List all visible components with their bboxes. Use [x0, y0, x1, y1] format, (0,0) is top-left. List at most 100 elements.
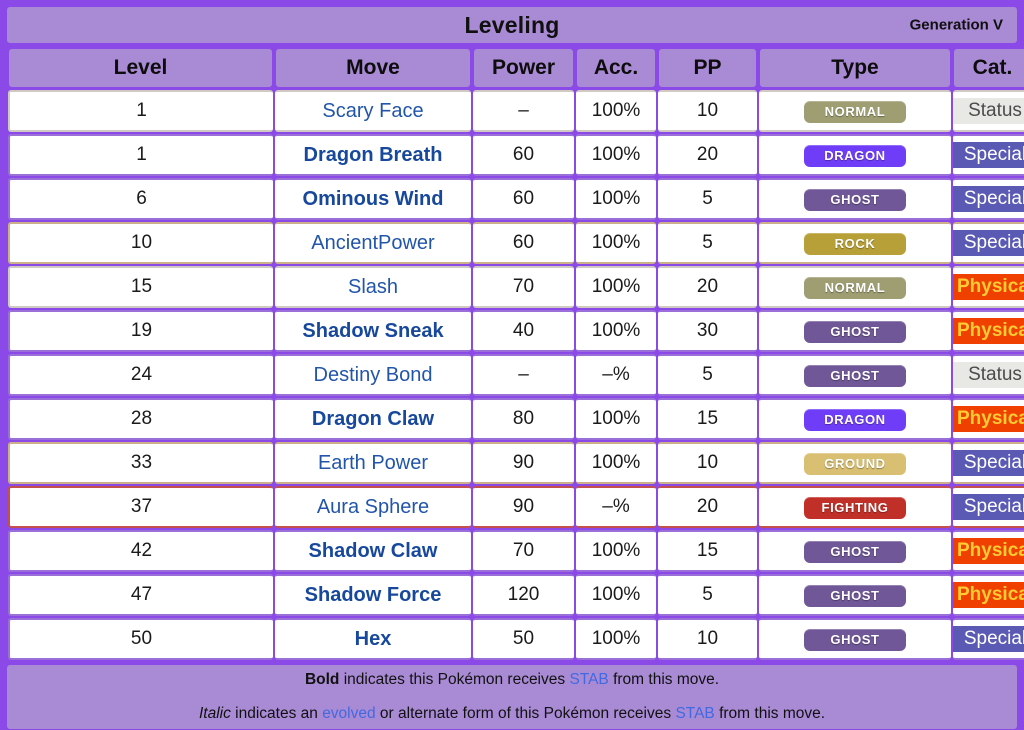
generation-label: Generation V	[909, 16, 1003, 34]
category-badge[interactable]: Special	[953, 625, 1024, 653]
type-badge[interactable]: GHOST	[804, 320, 906, 343]
cell-type: ROCK	[759, 222, 951, 264]
move-link[interactable]: Aura Sphere	[317, 496, 429, 518]
move-link[interactable]: Earth Power	[318, 452, 428, 474]
cell-acc: 100%	[576, 310, 656, 352]
column-header-acc[interactable]: Acc.	[576, 48, 656, 88]
table-row: 37 Aura Sphere 90 –% 20 FIGHTING Special	[8, 486, 1024, 528]
type-badge[interactable]: GROUND	[804, 452, 906, 475]
footnote-text-5: from this move.	[714, 705, 826, 722]
cell-power: 70	[473, 266, 574, 308]
cell-category: Special	[953, 134, 1024, 176]
move-link[interactable]: Dragon Claw	[312, 408, 434, 430]
type-badge[interactable]: DRAGON	[804, 408, 906, 431]
cell-acc: 100%	[576, 222, 656, 264]
leveling-table-frame: Leveling Generation V Level Move Power A…	[0, 0, 1024, 730]
category-badge[interactable]: Physical	[953, 405, 1024, 433]
category-badge[interactable]: Special	[953, 493, 1024, 521]
cell-level: 1	[8, 134, 273, 176]
type-badge[interactable]: FIGHTING	[804, 496, 906, 519]
column-header-cat[interactable]: Cat.	[953, 48, 1024, 88]
type-badge[interactable]: NORMAL	[804, 276, 906, 299]
cell-acc: 100%	[576, 134, 656, 176]
table-row: 6 Ominous Wind 60 100% 5 GHOST Special	[8, 178, 1024, 220]
cell-type: GHOST	[759, 178, 951, 220]
category-badge[interactable]: Status	[953, 97, 1024, 125]
cell-level: 47	[8, 574, 273, 616]
cell-pp: 20	[658, 134, 757, 176]
cell-category: Special	[953, 178, 1024, 220]
cell-level: 1	[8, 90, 273, 132]
move-link[interactable]: Shadow Sneak	[302, 320, 443, 342]
footnote-evolved-stab: Italic indicates an evolved or alternate…	[199, 705, 825, 723]
cell-type: GROUND	[759, 442, 951, 484]
cell-pp: 15	[658, 530, 757, 572]
footnote-stab-link-2[interactable]: STAB	[675, 705, 714, 722]
cell-power: –	[473, 90, 574, 132]
cell-type: DRAGON	[759, 398, 951, 440]
category-badge[interactable]: Special	[953, 229, 1024, 257]
cell-pp: 5	[658, 222, 757, 264]
move-link[interactable]: Scary Face	[322, 100, 423, 122]
cell-move: Aura Sphere	[275, 486, 471, 528]
cell-acc: 100%	[576, 530, 656, 572]
footnote-stab-link[interactable]: STAB	[569, 671, 608, 688]
move-link[interactable]: Shadow Claw	[309, 540, 438, 562]
cell-level: 24	[8, 354, 273, 396]
table-row: 33 Earth Power 90 100% 10 GROUND Special	[8, 442, 1024, 484]
type-badge[interactable]: DRAGON	[804, 144, 906, 167]
cell-category: Physical	[953, 310, 1024, 352]
footnote-text-2: from this move.	[608, 671, 720, 688]
cell-level: 6	[8, 178, 273, 220]
column-header-type[interactable]: Type	[759, 48, 951, 88]
cell-pp: 5	[658, 354, 757, 396]
type-badge[interactable]: NORMAL	[804, 100, 906, 123]
move-link[interactable]: Destiny Bond	[314, 364, 433, 386]
footnote-text-4: or alternate form of this Pokémon receiv…	[375, 705, 676, 722]
cell-power: 120	[473, 574, 574, 616]
type-badge[interactable]: GHOST	[804, 364, 906, 387]
cell-category: Physical	[953, 530, 1024, 572]
move-link[interactable]: Shadow Force	[305, 584, 442, 606]
type-badge[interactable]: GHOST	[804, 628, 906, 651]
cell-category: Status	[953, 354, 1024, 396]
footnote-evolved-link[interactable]: evolved	[322, 705, 375, 722]
cell-type: DRAGON	[759, 134, 951, 176]
cell-move: Earth Power	[275, 442, 471, 484]
column-header-level[interactable]: Level	[8, 48, 273, 88]
cell-level: 42	[8, 530, 273, 572]
cell-power: 60	[473, 222, 574, 264]
category-badge[interactable]: Physical	[953, 317, 1024, 345]
table-title-bar: Leveling Generation V	[6, 6, 1018, 44]
type-badge[interactable]: GHOST	[804, 584, 906, 607]
cell-pp: 10	[658, 90, 757, 132]
table-row: 19 Shadow Sneak 40100%30 GHOST Physical	[8, 310, 1024, 352]
cell-pp: 20	[658, 266, 757, 308]
move-link[interactable]: Ominous Wind	[303, 188, 444, 210]
move-link[interactable]: Slash	[348, 276, 398, 298]
table-row: 15 Slash 70100%20 NORMAL Physical	[8, 266, 1024, 308]
column-header-pp[interactable]: PP	[658, 48, 757, 88]
column-header-power[interactable]: Power	[473, 48, 574, 88]
cell-type: NORMAL	[759, 90, 951, 132]
category-badge[interactable]: Special	[953, 141, 1024, 169]
type-badge[interactable]: ROCK	[804, 232, 906, 255]
cell-level: 28	[8, 398, 273, 440]
move-link[interactable]: Hex	[355, 628, 392, 650]
move-link[interactable]: Dragon Breath	[304, 144, 443, 166]
type-badge[interactable]: GHOST	[804, 188, 906, 211]
footnote-text-1: indicates this Pokémon receives	[339, 671, 570, 688]
column-header-move[interactable]: Move	[275, 48, 471, 88]
cell-pp: 5	[658, 574, 757, 616]
category-badge[interactable]: Status	[953, 361, 1024, 389]
cell-move: Slash	[275, 266, 471, 308]
category-badge[interactable]: Physical	[953, 273, 1024, 301]
category-badge[interactable]: Physical	[953, 537, 1024, 565]
category-badge[interactable]: Physical	[953, 581, 1024, 609]
cell-power: 90	[473, 442, 574, 484]
move-link[interactable]: AncientPower	[311, 232, 434, 254]
cell-acc: 100%	[576, 442, 656, 484]
category-badge[interactable]: Special	[953, 185, 1024, 213]
type-badge[interactable]: GHOST	[804, 540, 906, 563]
category-badge[interactable]: Special	[953, 449, 1024, 477]
